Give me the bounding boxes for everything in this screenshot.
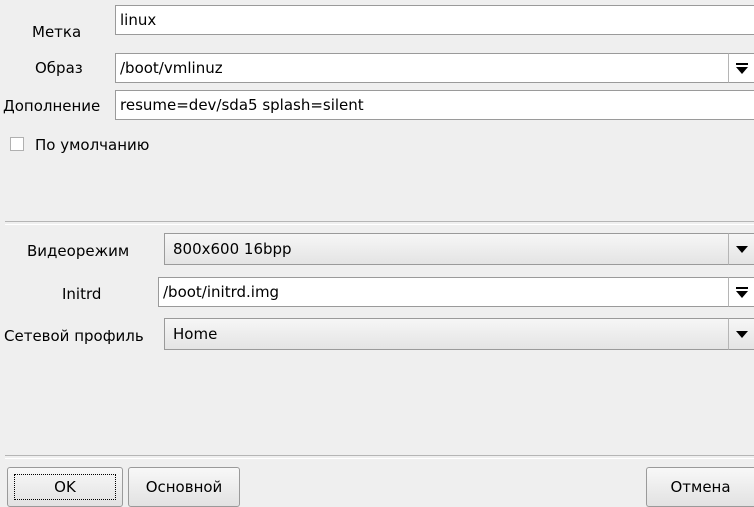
label-input[interactable]: linux — [115, 5, 754, 35]
initrd-label: Initrd — [62, 285, 102, 303]
section-divider — [5, 221, 754, 225]
triangle-down-icon — [735, 245, 748, 253]
initrd-dropdown-button[interactable] — [728, 277, 754, 307]
default-checkbox[interactable] — [10, 137, 24, 151]
video-mode-dropdown-button[interactable] — [728, 233, 754, 265]
network-profile-select[interactable]: Home — [164, 318, 728, 350]
image-label: Образ — [35, 59, 83, 77]
append-label: Дополнение — [3, 97, 101, 115]
focus-ring — [14, 474, 116, 500]
advanced-button[interactable]: Основной — [128, 467, 240, 507]
button-bar-divider — [5, 455, 754, 459]
triangle-down-bar-icon — [735, 62, 748, 74]
cancel-button[interactable]: Отмена — [646, 467, 754, 507]
network-profile-label: Сетевой профиль — [4, 327, 144, 345]
video-mode-select[interactable]: 800x600 16bpp — [164, 233, 728, 265]
triangle-down-icon — [735, 330, 748, 338]
image-dropdown-button[interactable] — [728, 53, 754, 83]
video-mode-label: Видеорежим — [27, 242, 130, 260]
append-input[interactable]: resume=dev/sda5 splash=silent — [115, 90, 754, 120]
default-checkbox-label: По умолчанию — [35, 136, 150, 154]
triangle-down-bar-icon — [735, 286, 748, 298]
ok-button[interactable]: OK — [7, 467, 123, 507]
network-profile-dropdown-button[interactable] — [728, 318, 754, 350]
cancel-button-label: Отмена — [670, 478, 731, 496]
initrd-input[interactable]: /boot/initrd.img — [158, 277, 728, 307]
label-label: Метка — [32, 23, 82, 41]
advanced-button-label: Основной — [145, 478, 223, 496]
image-input[interactable]: /boot/vmlinuz — [115, 53, 728, 83]
